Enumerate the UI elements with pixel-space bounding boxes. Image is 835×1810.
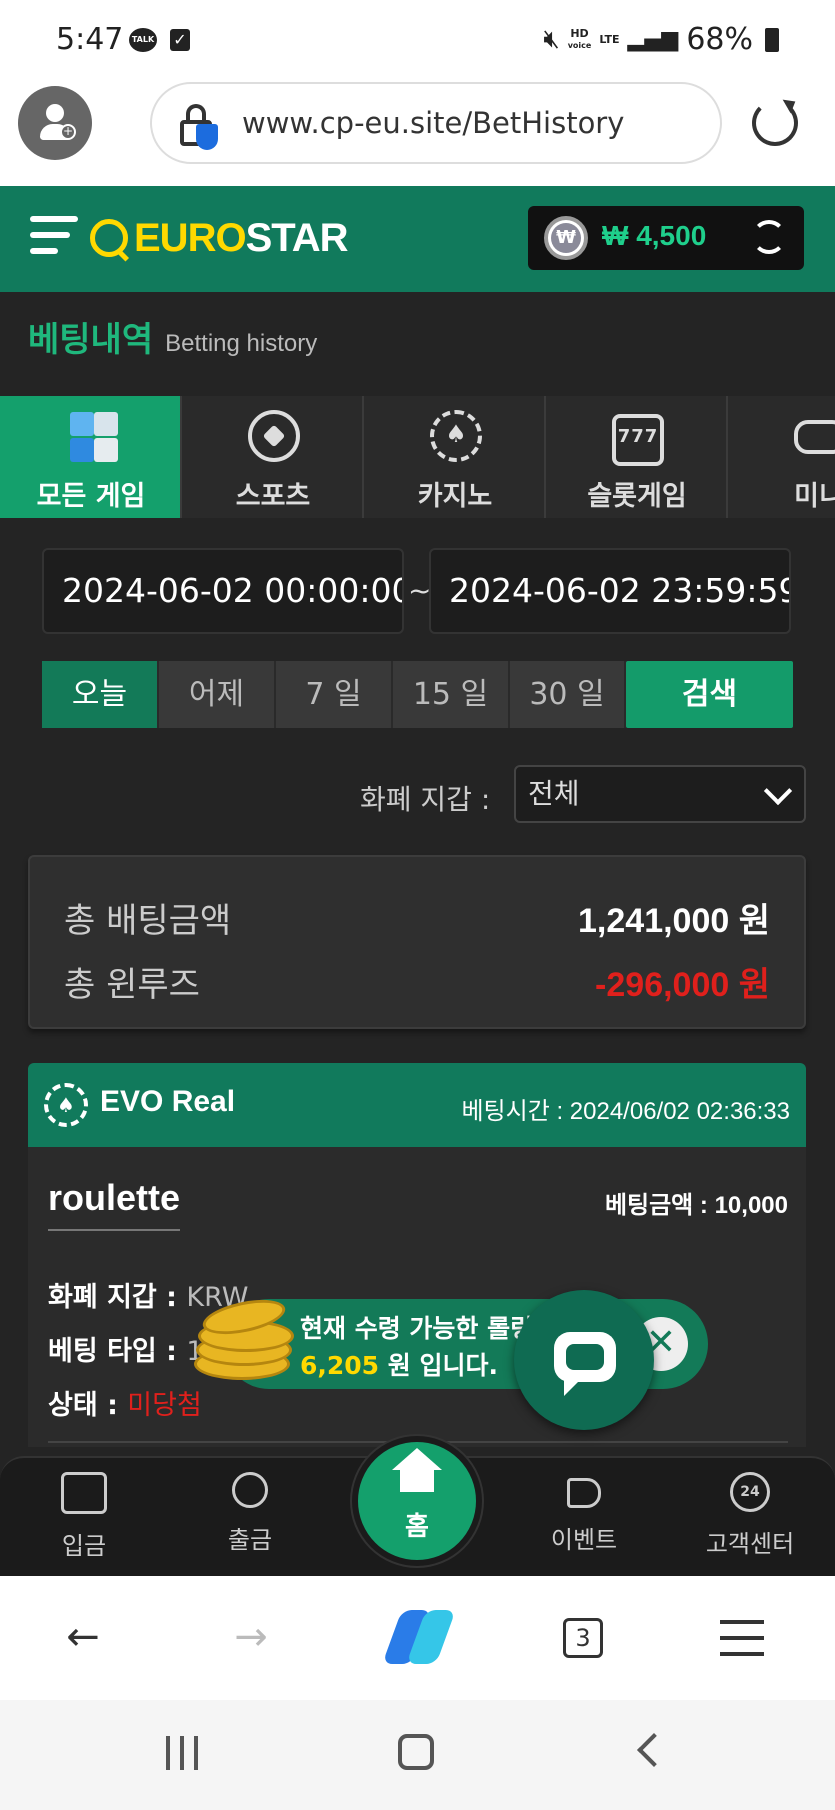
range-30days-button[interactable]: 30 일 (510, 661, 626, 728)
casino-chip-icon: ♠ (44, 1083, 88, 1127)
bet-type-row: 베팅 타입 : 1 (48, 1336, 204, 1367)
total-winloss-label: 총 윈루즈 (64, 965, 200, 1005)
provider-name: EVO Real (100, 1085, 236, 1118)
clock: 5:47 (56, 22, 124, 57)
megaphone-icon (567, 1478, 601, 1508)
chevron-down-icon (763, 776, 793, 806)
eurostar-logo[interactable]: EURO STAR (90, 214, 348, 262)
balance-amount: ₩ 4,500 (602, 220, 707, 251)
copilot-icon[interactable] (382, 1606, 456, 1668)
home-icon (392, 1448, 442, 1492)
site-header: EURO STAR ₩ ₩ 4,500 (0, 186, 835, 292)
bet-amount: 베팅금액 : 10,000 (604, 1192, 788, 1219)
game-category-tabs: 모든 게임 스포츠 카지노 777 슬롯게임 미니 (0, 396, 835, 518)
game-name: roulette (48, 1177, 181, 1231)
tab-mini[interactable]: 미니 (728, 396, 835, 518)
browser-menu-icon[interactable] (720, 1620, 764, 1656)
android-back-button[interactable] (637, 1733, 671, 1767)
nav-event[interactable]: 이벤트 (524, 1472, 644, 1555)
tab-casino[interactable]: 카지노 (364, 396, 546, 518)
tab-sports[interactable]: 스포츠 (182, 396, 364, 518)
mute-icon: 🔇︎ (543, 24, 560, 54)
bet-time: 베팅시간 : 2024/06/02 02:36:33 (461, 1098, 790, 1125)
status-icons: 🔇︎ HD voice LTE ▂▄▆ 68% (543, 22, 779, 57)
wallet-filter-select[interactable]: 전체 (514, 765, 806, 823)
android-navigation-bar (0, 1700, 835, 1810)
menu-icon[interactable] (30, 212, 78, 262)
nav-withdraw[interactable]: 출금 (190, 1472, 310, 1555)
add-profile-button[interactable]: + (18, 86, 92, 160)
hd-voice-icon: HD voice (567, 27, 592, 50)
plus-icon: + (60, 124, 76, 140)
total-bet-label: 총 배팅금액 (64, 901, 232, 941)
start-date-input[interactable]: 2024-06-02 00:00:00 (42, 548, 404, 634)
url-text: www.cp-eu.site/BetHistory (242, 106, 625, 140)
support-24-icon: 24 (730, 1472, 770, 1512)
tab-slots[interactable]: 777 슬롯게임 (546, 396, 728, 518)
browser-url-bar: + www.cp-eu.site/BetHistory (0, 82, 835, 186)
reload-icon[interactable] (752, 100, 798, 146)
bet-card-body: roulette 베팅금액 : 10,000 화폐 지갑 : KRW 베팅 타입… (28, 1147, 806, 1447)
bet-card-header: ♠ EVO Real 베팅시간 : 2024/06/02 02:36:33 (28, 1063, 806, 1147)
betting-summary: 총 배팅금액 1,241,000 원 총 윈루즈 -296,000 원 (28, 855, 806, 1029)
nav-deposit[interactable]: 입금 (24, 1472, 144, 1561)
logo-mark-icon (90, 219, 128, 257)
casino-chip-icon (430, 410, 482, 462)
won-coin-icon: ₩ (544, 216, 588, 260)
lock-shield-icon[interactable] (178, 104, 218, 150)
total-winloss-value: -296,000 원 (595, 966, 770, 1004)
nav-support[interactable]: 24 고객센터 (690, 1472, 810, 1559)
wallet-filter-label: 화폐 지갑 : (360, 783, 491, 816)
lte-icon: LTE (599, 33, 620, 46)
slot-machine-icon: 777 (612, 414, 664, 466)
gamepad-icon (794, 420, 835, 454)
status-badge: 미당첨 (127, 1390, 202, 1421)
soccer-ball-icon (248, 410, 300, 462)
tab-switcher-button[interactable]: 3 (563, 1618, 603, 1658)
status-bar: 5:47 TALK ✓ 🔇︎ HD voice LTE ▂▄▆ 68% (0, 0, 835, 82)
battery-level: 68% (686, 22, 753, 57)
range-today-button[interactable]: 오늘 (42, 661, 159, 728)
signal-icon: ▂▄▆ (627, 27, 679, 52)
balance-display: ₩ ₩ 4,500 (528, 206, 804, 270)
chat-bubble-icon (554, 1332, 616, 1396)
search-button[interactable]: 검색 (626, 661, 793, 728)
total-bet-value: 1,241,000 원 (578, 902, 770, 940)
range-yesterday-button[interactable]: 어제 (159, 661, 276, 728)
address-field[interactable]: www.cp-eu.site/BetHistory (150, 82, 722, 164)
money-hand-icon (232, 1472, 268, 1508)
deposit-icon (61, 1472, 107, 1514)
gold-coins-icon (194, 1293, 294, 1386)
live-chat-button[interactable] (514, 1290, 654, 1430)
nav-home-button[interactable]: 홈 (352, 1436, 482, 1566)
page-title: 베팅내역 Betting history (28, 320, 318, 360)
back-arrow-icon[interactable]: ← (58, 1614, 108, 1664)
range-7days-button[interactable]: 7 일 (276, 661, 393, 728)
refresh-balance-icon[interactable] (752, 220, 786, 254)
end-date-input[interactable]: 2024-06-02 23:59:59 (429, 548, 791, 634)
person-icon (46, 104, 64, 122)
checkbox-notification-icon: ✓ (170, 29, 190, 51)
date-separator: ~ (408, 574, 432, 607)
cube-icon (66, 410, 118, 462)
browser-toolbar: ← → 3 (0, 1576, 835, 1700)
android-home-button[interactable] (398, 1734, 434, 1770)
range-15days-button[interactable]: 15 일 (393, 661, 510, 728)
battery-icon (765, 27, 779, 52)
recent-apps-button[interactable] (164, 1736, 200, 1770)
kakaotalk-icon: TALK (129, 28, 157, 52)
tab-all-games[interactable]: 모든 게임 (0, 396, 182, 518)
forward-arrow-icon[interactable]: → (226, 1614, 276, 1664)
status-row: 상태 : 미당첨 (48, 1390, 202, 1421)
